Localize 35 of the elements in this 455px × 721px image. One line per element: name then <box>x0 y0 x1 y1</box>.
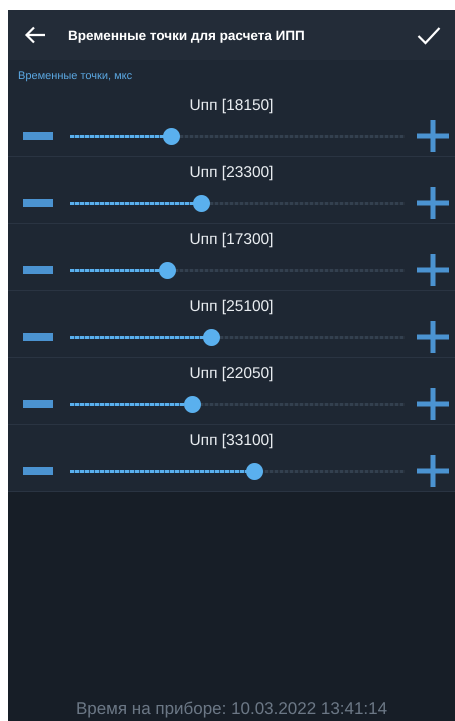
minus-icon <box>23 333 53 341</box>
slider-thumb[interactable] <box>184 396 202 412</box>
minus-icon <box>23 199 53 207</box>
checkmark-icon <box>417 26 441 44</box>
minus-icon <box>23 467 53 475</box>
slider-label: Uпп [17300] <box>189 230 274 250</box>
plus-icon <box>417 321 449 353</box>
slider-thumb[interactable] <box>246 462 264 480</box>
increase-button[interactable] <box>417 388 449 420</box>
slider-thumb[interactable] <box>202 328 220 346</box>
slider-label: Uпп [33100] <box>189 431 274 451</box>
slider-label: Uпп [18150] <box>189 96 274 116</box>
increase-button[interactable] <box>417 254 449 286</box>
plus-icon <box>417 388 449 420</box>
section-label: Временные точки, мкс <box>17 69 134 84</box>
slider-thumb[interactable] <box>159 262 176 278</box>
device-time: Время на приборе: 10.03.2022 13:41:14 <box>76 699 388 719</box>
slider-label: Uпп [25100] <box>189 297 274 317</box>
plus-icon <box>417 254 449 286</box>
minus-icon <box>23 132 53 140</box>
slider-label: Uпп [23300] <box>189 163 274 183</box>
minus-icon <box>23 400 53 408</box>
slider-label: Uпп [22050] <box>189 364 274 384</box>
minus-icon <box>23 266 53 274</box>
plus-icon <box>417 455 449 487</box>
increase-button[interactable] <box>417 321 449 353</box>
back-arrow-icon <box>24 26 46 44</box>
increase-button[interactable] <box>417 187 449 219</box>
increase-button[interactable] <box>417 120 449 152</box>
slider-thumb[interactable] <box>192 194 210 212</box>
screen-title: Временные точки для расчета ИПП <box>68 28 305 42</box>
increase-button[interactable] <box>417 455 449 487</box>
plus-icon <box>417 120 449 152</box>
plus-icon <box>417 187 449 219</box>
slider-thumb[interactable] <box>162 128 180 144</box>
